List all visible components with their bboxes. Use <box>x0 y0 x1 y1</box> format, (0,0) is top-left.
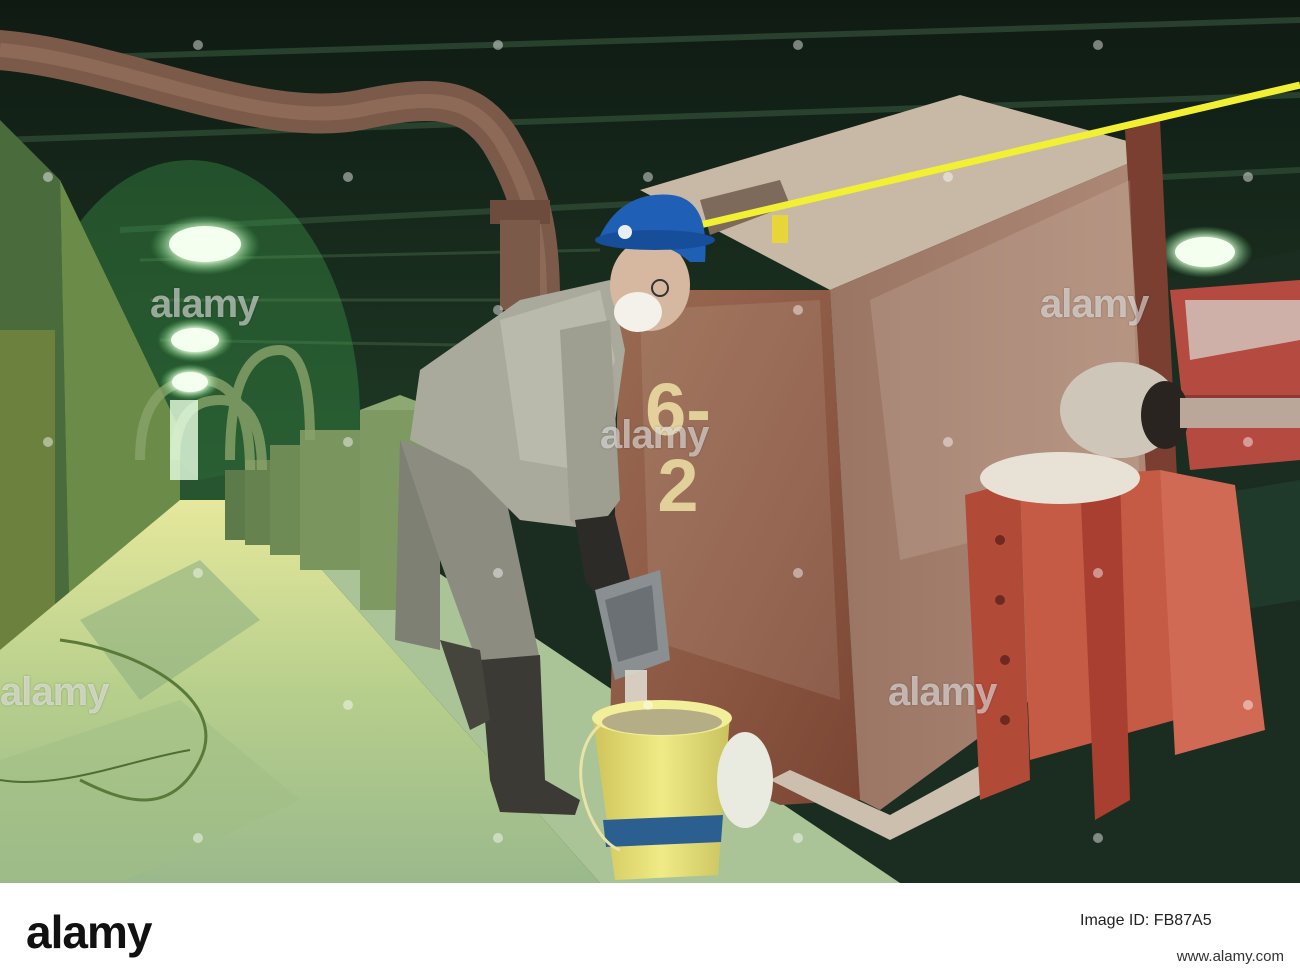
photo: 6-2 alamy alamy alamy alamy alamy <box>0 0 1300 883</box>
watermark-dot <box>193 833 203 843</box>
watermark: alamy <box>150 282 259 326</box>
watermark-dot <box>343 172 353 182</box>
watermark-dot <box>793 568 803 578</box>
watermark: alamy <box>1040 282 1149 326</box>
watermark-dot <box>1093 568 1103 578</box>
watermark: alamy <box>600 413 709 457</box>
watermark-dot <box>793 833 803 843</box>
watermark-dot <box>193 568 203 578</box>
alamy-logo: alamy <box>26 906 152 958</box>
watermark-dot <box>1243 700 1253 710</box>
watermark-dot <box>643 700 653 710</box>
watermark-dot <box>493 833 503 843</box>
watermark-dot <box>43 172 53 182</box>
watermark-dot <box>493 305 503 315</box>
watermark-dot <box>343 700 353 710</box>
watermark-dot <box>793 305 803 315</box>
image-id-label: Image ID: FB87A5 <box>1080 912 1212 929</box>
watermark-dot <box>943 437 953 447</box>
watermark: alamy <box>0 670 109 714</box>
watermark-dot <box>193 40 203 50</box>
watermark-dot <box>1093 833 1103 843</box>
site-url[interactable]: www.alamy.com <box>1177 948 1284 965</box>
watermark-dot <box>43 437 53 447</box>
watermark-dot <box>493 40 503 50</box>
watermark-dot <box>793 40 803 50</box>
watermark-dot <box>1243 172 1253 182</box>
watermark-dot <box>1243 437 1253 447</box>
watermark-dot <box>943 172 953 182</box>
watermark: alamy <box>888 670 997 714</box>
watermark-dot <box>643 172 653 182</box>
watermark-dot <box>493 568 503 578</box>
watermark-dot <box>1093 40 1103 50</box>
watermark-dot <box>343 437 353 447</box>
